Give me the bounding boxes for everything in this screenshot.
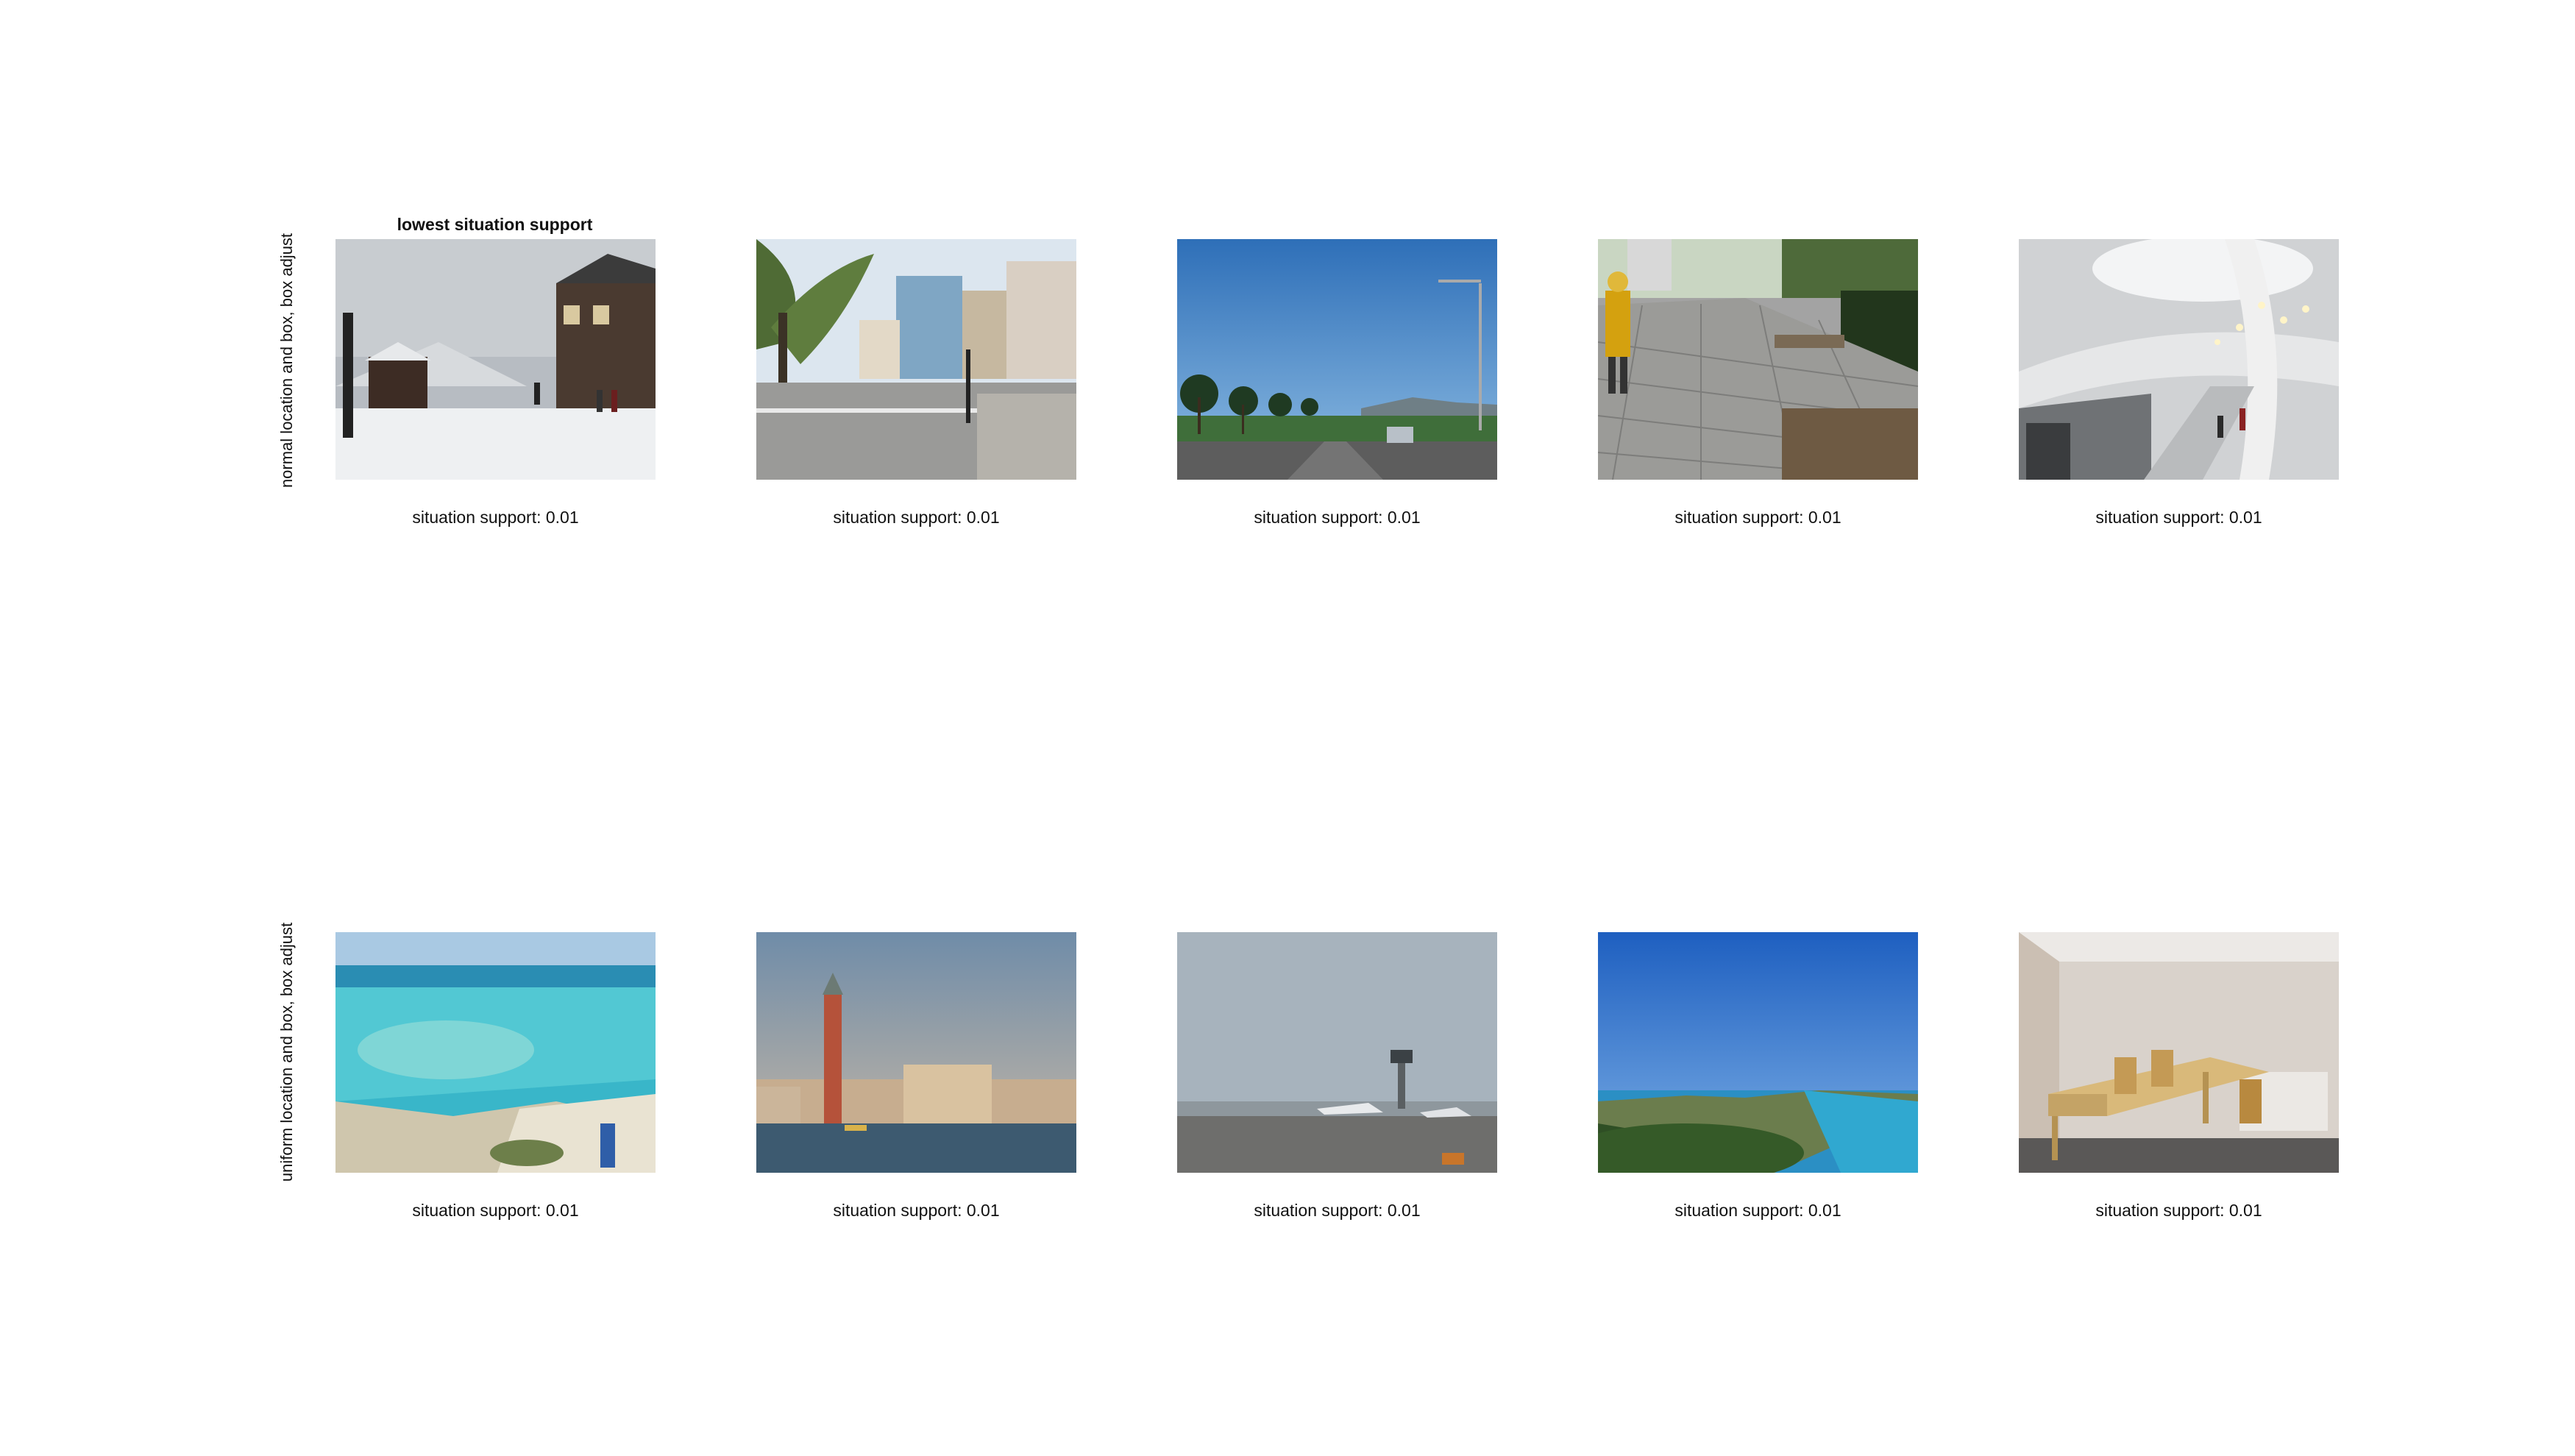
row-label-2: uniform location and box, box adjust: [277, 922, 296, 1182]
image-venice-waterfront: [756, 932, 1076, 1173]
caption: situation support: 0.01: [1254, 508, 1421, 527]
caption: situation support: 0.01: [833, 1201, 1000, 1220]
image-airport-tarmac: [1177, 932, 1497, 1173]
image-empty-room: [2019, 932, 2339, 1173]
caption: situation support: 0.01: [412, 1201, 579, 1220]
image-snowy-village: [335, 239, 656, 480]
image-palm-road: [1177, 239, 1497, 480]
image-coastal-view: [1598, 932, 1918, 1173]
column-header: lowest situation support: [397, 215, 593, 234]
image-city-street: [756, 239, 1076, 480]
image-paved-sidewalk: [1598, 239, 1918, 480]
caption: situation support: 0.01: [1674, 1201, 1841, 1220]
caption: situation support: 0.01: [1674, 508, 1841, 527]
caption: situation support: 0.01: [412, 508, 579, 527]
caption: situation support: 0.01: [2095, 508, 2262, 527]
caption: situation support: 0.01: [833, 508, 1000, 527]
row-label-1: normal location and box, box adjust: [277, 232, 296, 489]
caption: situation support: 0.01: [1254, 1201, 1421, 1220]
caption: situation support: 0.01: [2095, 1201, 2262, 1220]
image-mall-interior: [2019, 239, 2339, 480]
image-turquoise-beach: [335, 932, 656, 1173]
